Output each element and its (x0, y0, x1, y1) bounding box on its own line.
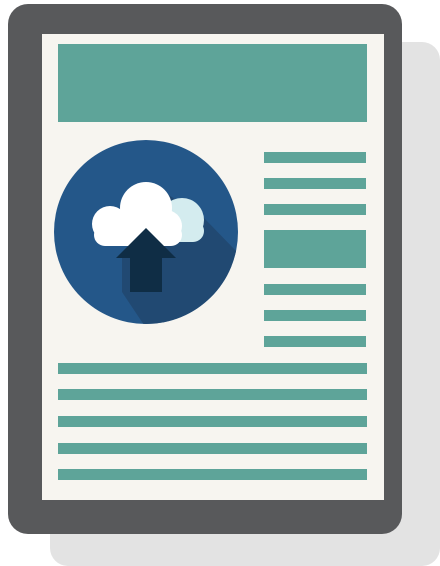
text-line (264, 284, 366, 295)
text-line (264, 152, 366, 163)
text-line (58, 469, 367, 480)
text-line (58, 443, 367, 454)
text-line (264, 178, 366, 189)
text-line (58, 416, 367, 427)
side-block (264, 230, 366, 268)
text-line (264, 336, 366, 347)
text-line (58, 389, 367, 400)
text-line (58, 363, 367, 374)
document-page (42, 34, 384, 500)
tablet-frame (8, 4, 402, 534)
cloud-upload-icon (54, 140, 238, 324)
header-banner (58, 44, 367, 122)
text-line (264, 204, 366, 215)
text-line (264, 310, 366, 321)
